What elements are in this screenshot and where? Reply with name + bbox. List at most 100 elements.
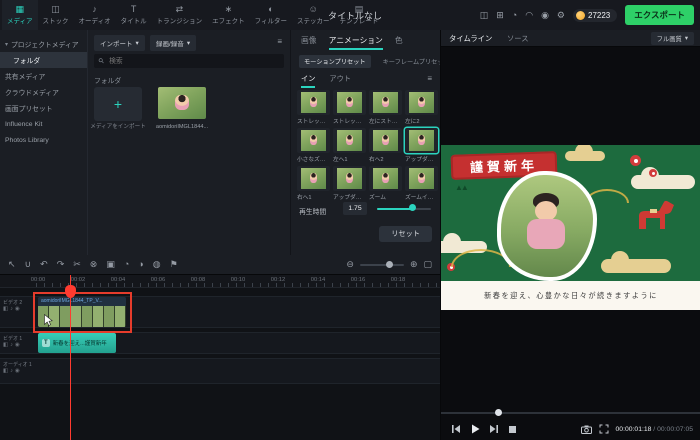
preset-filter-icon[interactable]: ≡ (427, 74, 432, 83)
tab-motion-presets[interactable]: モーションプリセット (299, 55, 371, 68)
tab-audio[interactable]: ♪ オーディオ (74, 0, 116, 30)
import-media-tile[interactable]: + (94, 87, 142, 121)
zoom-slider-knob[interactable] (385, 261, 393, 268)
duration-slider-knob[interactable] (409, 204, 416, 211)
record-dropdown[interactable]: 録画/録音 ▾ (150, 35, 197, 51)
tab-effects[interactable]: ∗ エフェクト (207, 0, 250, 30)
marker-icon[interactable]: ⚑ (170, 255, 178, 274)
animation-preset[interactable]: 小さなズ… (297, 128, 330, 163)
animation-preset[interactable]: ストレッチ… (333, 90, 366, 125)
playhead-line[interactable] (70, 275, 71, 440)
reset-button[interactable]: リセット (379, 226, 432, 242)
tab-titles[interactable]: T タイトル (116, 0, 152, 30)
timeline-zoom-slider[interactable] (359, 261, 404, 268)
mute-icon[interactable]: ♪ (10, 342, 13, 348)
fullscreen-icon[interactable] (599, 424, 609, 434)
animation-preset[interactable]: 左に2 (405, 90, 438, 125)
import-dropdown[interactable]: インポート ▾ (94, 35, 145, 51)
zoom-in-icon[interactable]: ⊕ (410, 255, 418, 274)
tab-transitions[interactable]: ⇄ トランジション (152, 0, 208, 30)
magnet-snap-icon[interactable]: ∪ (25, 255, 32, 274)
animation-preset[interactable]: 右へ2 (369, 128, 402, 163)
tab-stock[interactable]: ◫ ストック (38, 0, 74, 30)
tab-source-preview[interactable]: ソース (507, 34, 529, 44)
visibility-icon[interactable]: ◉ (15, 342, 20, 348)
animation-preset[interactable]: 右へ1 (297, 166, 330, 201)
animation-preset[interactable]: 左にストレ… (369, 90, 402, 125)
plum-blossom (630, 155, 641, 166)
tab-media[interactable]: ▦ メディア (2, 0, 38, 30)
mute-icon[interactable]: ♪ (10, 306, 13, 312)
split-icon[interactable]: ✂ (73, 255, 81, 274)
tab-timeline-preview[interactable]: タイムライン (449, 34, 492, 44)
next-frame-icon[interactable] (489, 424, 499, 434)
snapshot-camera-icon[interactable] (580, 425, 592, 434)
tab-out[interactable]: アウト (329, 74, 351, 88)
mask-icon[interactable]: ◍ (153, 255, 161, 274)
undo-icon[interactable]: ↶ (40, 255, 48, 274)
tab-in[interactable]: イン (301, 74, 316, 88)
coin-balance-badge[interactable]: 27223 (573, 8, 618, 22)
track-audio-1[interactable]: オーディオ 1 ◧ ♪ ◉ (0, 358, 440, 384)
tab-filters[interactable]: ◐ フィルター (250, 0, 292, 30)
animation-preset-selected[interactable]: アップダ… (405, 128, 438, 163)
mute-icon[interactable]: ♪ (10, 368, 13, 374)
playback-quality-dropdown[interactable]: フル画質 ▾ (650, 32, 694, 45)
settings-icon[interactable]: ⚙ (557, 10, 565, 20)
animation-preset[interactable]: ズームイ… (405, 166, 438, 201)
plugins-icon[interactable]: ⊞ (496, 10, 504, 20)
lock-icon[interactable]: ◧ (3, 368, 8, 374)
tab-color[interactable]: 色 (395, 35, 403, 50)
visibility-icon[interactable]: ◉ (15, 306, 20, 312)
sidebar-label: クラウドメディア (5, 90, 59, 97)
redo-icon[interactable]: ↷ (57, 255, 65, 274)
tab-image[interactable]: 画像 (301, 35, 317, 50)
effects-icon: ∗ (224, 4, 233, 14)
cloud-sync-icon[interactable]: ◠ (525, 10, 533, 20)
sidebar-item-cloud-media[interactable]: クラウドメディア (0, 84, 87, 100)
animation-preset[interactable]: アップダ… (333, 166, 366, 201)
color-icon[interactable]: ◑ (138, 255, 143, 274)
fit-timeline-icon[interactable]: ▢ (423, 255, 432, 274)
sidebar-item-shared-media[interactable]: 共有メディア (0, 68, 87, 84)
visibility-icon[interactable]: ◉ (15, 368, 20, 374)
preview-seek-bar[interactable] (441, 412, 700, 414)
filter-icon[interactable]: ≡ (277, 37, 282, 46)
export-button[interactable]: エクスポート (625, 5, 694, 25)
sidebar-item-influence-kit[interactable]: Influence Kit (0, 116, 87, 132)
sidebar-item-folder[interactable]: フォルダ (0, 52, 87, 68)
media-item-thumbnail[interactable] (158, 87, 206, 119)
sidebar-item-photos-library[interactable]: Photos Library (0, 132, 87, 148)
stop-icon[interactable] (508, 425, 517, 434)
animation-preset[interactable]: 左へ1 (333, 128, 366, 163)
play-icon[interactable] (470, 424, 480, 434)
pointer-tool-icon[interactable]: ↖ (8, 255, 16, 274)
search-input[interactable] (107, 56, 279, 66)
lock-icon[interactable]: ◧ (3, 306, 8, 312)
timeline-clip-title[interactable]: T 新春を迎え...謹賀新年 (38, 333, 116, 353)
duration-value[interactable]: 1.75 (343, 202, 367, 215)
tab-animation[interactable]: アニメーション (328, 35, 383, 50)
filmora-app: ▦ メディア ◫ ストック ♪ オーディオ T タイトル ⇄ トランジション ∗… (0, 0, 700, 440)
speed-icon[interactable]: ◔ (124, 255, 129, 274)
tab-audio-label: オーディオ (78, 18, 111, 25)
account-icon[interactable]: ◉ (541, 10, 549, 20)
sidebar-item-screen-presets[interactable]: 画面プリセット (0, 100, 87, 116)
notifications-icon[interactable]: ◔ (512, 10, 517, 20)
sidebar-label: Influence Kit (5, 120, 43, 128)
sidebar-item-project-media[interactable]: ▾ プロジェクトメディア (0, 36, 87, 52)
previous-frame-icon[interactable] (451, 424, 461, 434)
layout-icon[interactable]: ◫ (480, 10, 489, 20)
crop-icon[interactable]: ▣ (106, 255, 115, 274)
stock-icon: ◫ (51, 4, 60, 14)
delete-icon[interactable]: ⊗ (90, 255, 98, 274)
animation-preset[interactable]: ズーム (369, 166, 402, 201)
animation-preset[interactable]: ストレッチ… (297, 90, 330, 125)
preset-label: アップダ… (405, 157, 434, 163)
preview-video-frame[interactable]: 謹賀新年 ▲▲ 新春を迎え、心豊かな日々が続きますように (441, 145, 700, 310)
duration-slider[interactable] (377, 208, 431, 210)
zoom-out-icon[interactable]: ⊖ (346, 255, 354, 274)
lock-icon[interactable]: ◧ (3, 342, 8, 348)
ruler-label: 00:16 (350, 277, 366, 283)
preview-seek-knob[interactable] (495, 409, 502, 416)
